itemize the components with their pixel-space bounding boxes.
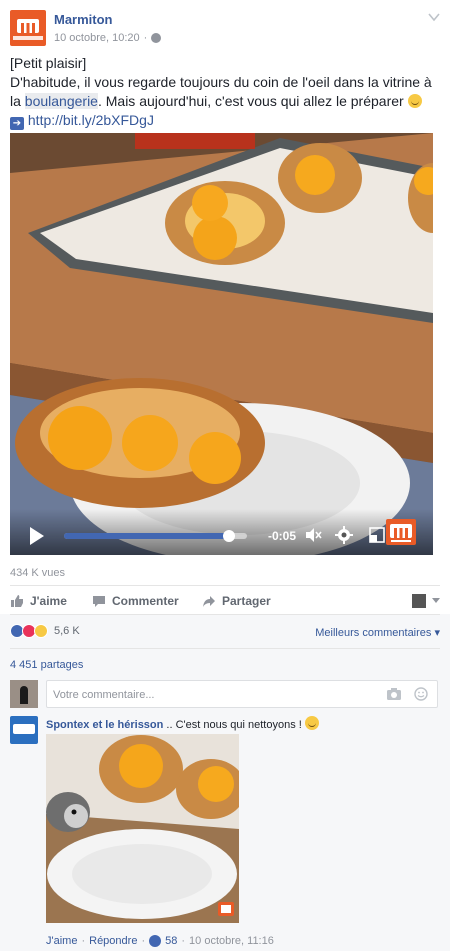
globe-icon bbox=[151, 33, 162, 43]
video-player[interactable]: -0:05 bbox=[10, 133, 433, 555]
marmiton-logo[interactable] bbox=[10, 10, 46, 46]
wow-reaction-icon bbox=[34, 624, 48, 638]
reply-button[interactable]: Répondre bbox=[89, 935, 137, 947]
comment-sort-dropdown[interactable]: Meilleurs commentaires ▾ bbox=[315, 626, 440, 639]
comment-label: Commenter bbox=[112, 594, 179, 608]
progress-bar[interactable] bbox=[64, 530, 247, 542]
comment-footer: J'aime · Répondre · 58 · 10 octobre, 11:… bbox=[46, 935, 274, 947]
gear-icon[interactable] bbox=[335, 526, 353, 544]
share-label: Partager bbox=[222, 594, 271, 608]
comment-photo bbox=[46, 734, 239, 923]
like-label: J'aime bbox=[30, 594, 67, 608]
progress-fill bbox=[64, 533, 229, 539]
commenter-name[interactable]: Spontex et le hérisson bbox=[46, 719, 163, 731]
post-text: [Petit plaisir] D'habitude, il vous rega… bbox=[10, 54, 440, 130]
comment-like-button[interactable]: J'aime bbox=[46, 935, 77, 947]
spontex-logo bbox=[13, 724, 35, 734]
camera-icon[interactable] bbox=[387, 688, 401, 700]
expand-icon[interactable] bbox=[368, 526, 386, 544]
footer-separator: · bbox=[81, 935, 86, 947]
thumbs-up-icon bbox=[11, 595, 23, 607]
post-text-line1: [Petit plaisir] bbox=[10, 55, 87, 71]
post-author[interactable]: Marmiton bbox=[54, 12, 113, 27]
logo-tagline bbox=[13, 36, 43, 40]
action-bar: J'aime Commenter Partager bbox=[10, 592, 440, 612]
post-text-b: . Mais aujourd'hui, c'est vous qui allez… bbox=[97, 93, 404, 109]
post-text-body: D'habitude, il vous regarde toujours du … bbox=[10, 73, 440, 111]
progress-handle[interactable] bbox=[222, 530, 235, 542]
marmiton-logo-watermark bbox=[386, 519, 416, 545]
comment-image[interactable] bbox=[46, 734, 239, 923]
reaction-count: 5,6 K bbox=[54, 625, 80, 637]
chevron-down-icon[interactable] bbox=[432, 598, 440, 603]
chevron-down-icon[interactable] bbox=[428, 12, 440, 22]
meta-separator: · bbox=[143, 32, 148, 44]
like-button[interactable]: J'aime bbox=[10, 594, 67, 608]
share-count[interactable]: 4 451 partages bbox=[10, 659, 83, 671]
view-count: 434 K vues bbox=[10, 567, 66, 579]
smiley-icon[interactable] bbox=[414, 687, 428, 701]
play-icon[interactable] bbox=[30, 527, 44, 545]
time-remaining: -0:05 bbox=[268, 529, 297, 543]
comment-icon bbox=[93, 596, 105, 607]
comment-composer[interactable] bbox=[46, 680, 438, 708]
right-arrow-icon: ➔ bbox=[10, 117, 24, 130]
comment-like-count[interactable]: 58 bbox=[165, 935, 177, 947]
footer-separator: · bbox=[141, 935, 146, 947]
comment-button[interactable]: Commenter bbox=[92, 594, 179, 608]
viewer-avatar[interactable] bbox=[412, 594, 426, 608]
video-controls: -0:05 bbox=[10, 509, 433, 555]
divider bbox=[10, 614, 440, 615]
marmiton-m-icon bbox=[17, 19, 39, 33]
video-frame bbox=[10, 133, 433, 555]
hashtag-link[interactable]: boulangerie bbox=[24, 93, 98, 109]
divider bbox=[10, 648, 440, 649]
footer-separator: · bbox=[181, 935, 186, 947]
reactions-summary[interactable]: 5,6 K bbox=[10, 624, 80, 638]
post-link-row: ➔ http://bit.ly/2bXFDgJ bbox=[10, 111, 440, 130]
post-header: Marmiton 10 octobre, 10:20 · bbox=[10, 10, 440, 50]
post-timestamp[interactable]: 10 octobre, 10:20 bbox=[54, 32, 140, 44]
comment-text: .. C'est nous qui nettoyons ! bbox=[163, 719, 302, 731]
smiley-emoji bbox=[304, 716, 319, 730]
comment-input[interactable] bbox=[53, 687, 373, 703]
user-avatar[interactable] bbox=[10, 680, 38, 708]
comment-body: Spontex et le hérisson .. C'est nous qui… bbox=[46, 716, 319, 731]
divider bbox=[10, 585, 440, 586]
share-icon bbox=[203, 596, 215, 607]
mute-icon[interactable] bbox=[304, 526, 322, 544]
comment-timestamp[interactable]: 10 octobre, 11:16 bbox=[189, 935, 274, 947]
post-link[interactable]: http://bit.ly/2bXFDgJ bbox=[28, 112, 154, 128]
share-button[interactable]: Partager bbox=[202, 594, 271, 608]
commenter-avatar[interactable] bbox=[10, 716, 38, 744]
post-meta: 10 octobre, 10:20 · bbox=[54, 32, 162, 44]
smiley-emoji bbox=[407, 94, 422, 108]
comment-sort-label: Meilleurs commentaires bbox=[315, 627, 432, 639]
like-reaction-icon bbox=[149, 935, 162, 947]
